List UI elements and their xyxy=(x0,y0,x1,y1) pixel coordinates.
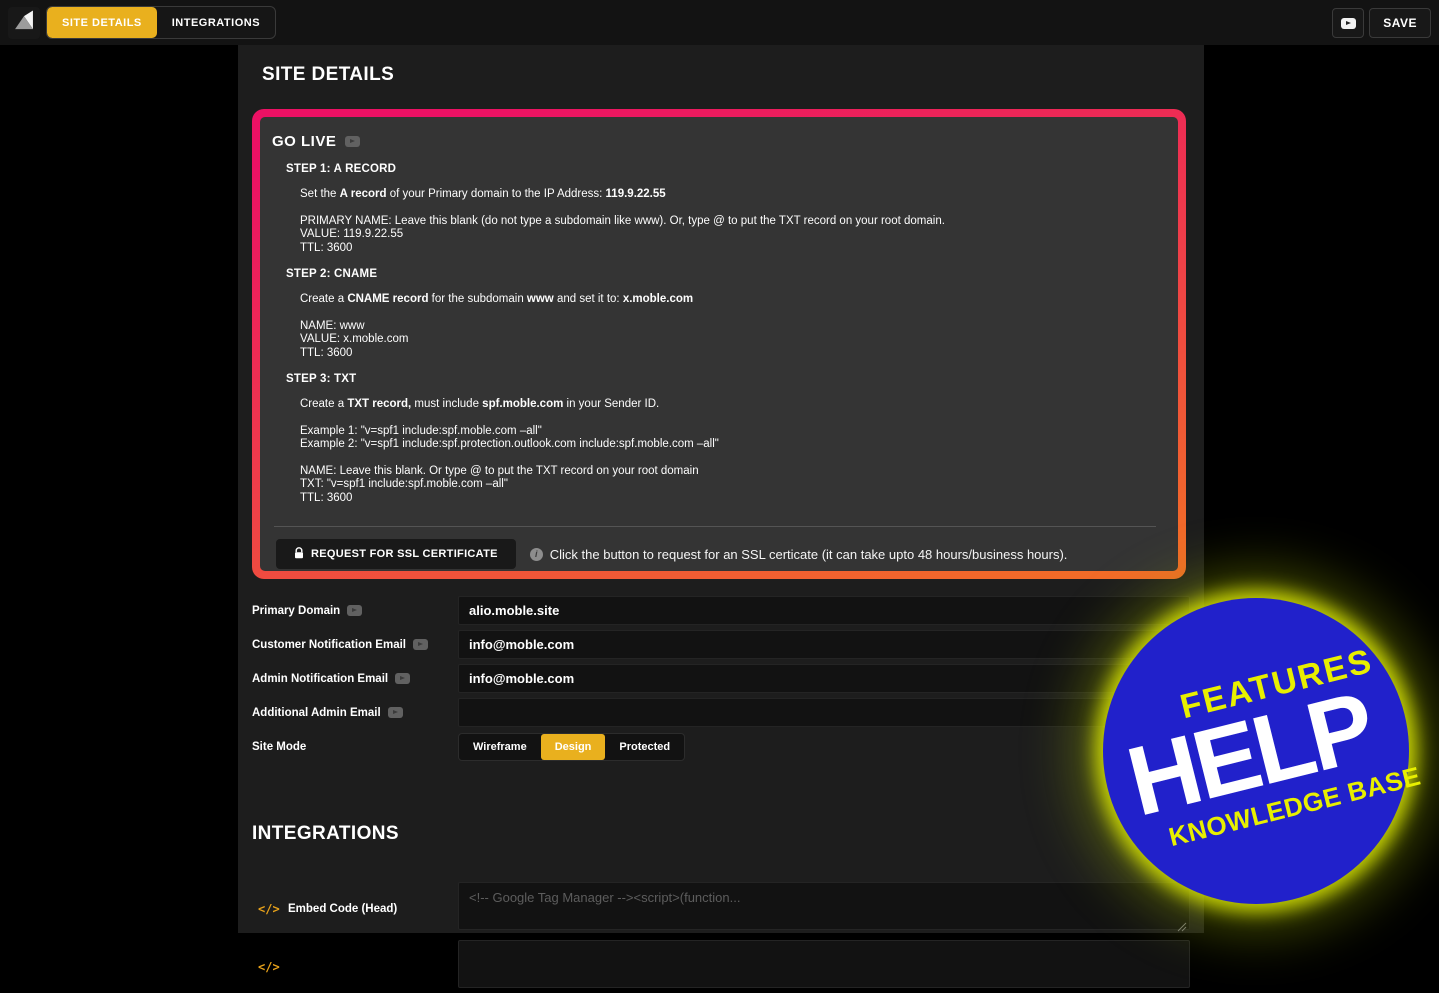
customer-notification-email-input[interactable] xyxy=(458,630,1190,659)
code-icon: </> xyxy=(252,902,288,916)
step-record-values: PRIMARY NAME: Leave this blank (do not t… xyxy=(300,215,1164,256)
resize-handle-icon[interactable] xyxy=(1177,919,1187,929)
admin-notification-email-label: Admin Notification Email xyxy=(252,673,458,685)
record-line: Example 1: "v=spf1 include:spf.moble.com… xyxy=(300,425,1164,439)
step-1-a-record: STEP 1: A RECORD Set the A record of you… xyxy=(266,163,1164,255)
integration-row-partial: </> xyxy=(252,940,1204,993)
step-intro: Set the A record of your Primary domain … xyxy=(300,188,1164,202)
video-tutorial-button[interactable] xyxy=(1332,8,1364,38)
record-line: NAME: www xyxy=(300,320,1164,334)
site-details-form: Primary Domain Customer Notification Ema… xyxy=(252,596,1204,761)
video-icon xyxy=(1341,18,1356,29)
main-tab-group: SITE DETAILS INTEGRATIONS xyxy=(46,6,276,39)
step-heading: STEP 2: CNAME xyxy=(286,268,1164,280)
help-badge-text: FEATURES HELP KNOWLEDGE BASE xyxy=(1088,637,1424,865)
tab-site-details[interactable]: SITE DETAILS xyxy=(47,7,157,38)
step-intro: Create a CNAME record for the subdomain … xyxy=(300,293,1164,307)
moble-logo-icon xyxy=(11,8,37,39)
site-mode-wireframe-button[interactable]: Wireframe xyxy=(459,734,541,760)
info-icon: i xyxy=(530,548,543,561)
record-line: Example 2: "v=spf1 include:spf.protectio… xyxy=(300,438,1164,452)
ssl-note: i Click the button to request for an SSL… xyxy=(530,547,1068,562)
lock-icon xyxy=(294,547,304,562)
page-title: SITE DETAILS xyxy=(262,64,1204,86)
customer-notification-email-label: Customer Notification Email xyxy=(252,639,458,651)
record-line: TTL: 3600 xyxy=(300,492,1164,506)
embed-code-body-textarea[interactable] xyxy=(458,940,1190,988)
site-mode-label: Site Mode xyxy=(252,741,458,753)
additional-admin-email-label: Additional Admin Email xyxy=(252,707,458,719)
request-ssl-certificate-button[interactable]: REQUEST FOR SSL CERTIFICATE xyxy=(276,539,516,569)
video-icon[interactable] xyxy=(413,639,428,650)
record-line: TTL: 3600 xyxy=(300,347,1164,361)
form-row-primary-domain: Primary Domain xyxy=(252,596,1204,625)
form-row-site-mode: Site Mode Wireframe Design Protected xyxy=(252,732,1204,761)
embed-code-head-label: Embed Code (Head) xyxy=(288,903,458,915)
video-icon[interactable] xyxy=(345,136,360,147)
record-line: VALUE: x.moble.com xyxy=(300,333,1164,347)
form-row-additional-admin-email: Additional Admin Email xyxy=(252,698,1204,727)
site-mode-toggle-group: Wireframe Design Protected xyxy=(458,733,685,761)
embed-code-head-textarea[interactable] xyxy=(458,882,1190,930)
record-line: PRIMARY NAME: Leave this blank (do not t… xyxy=(300,215,1164,229)
save-button[interactable]: SAVE xyxy=(1369,8,1431,38)
field-label-text: Primary Domain xyxy=(252,605,340,617)
site-mode-protected-button[interactable]: Protected xyxy=(605,734,684,760)
go-live-title: GO LIVE xyxy=(272,133,336,150)
go-live-heading: GO LIVE xyxy=(272,133,1164,150)
tab-integrations[interactable]: INTEGRATIONS xyxy=(157,7,275,38)
field-label-text: Site Mode xyxy=(252,741,306,753)
field-label-text: Admin Notification Email xyxy=(252,673,388,685)
tab-site-details-label: SITE DETAILS xyxy=(62,17,142,29)
request-ssl-certificate-label: REQUEST FOR SSL CERTIFICATE xyxy=(311,548,498,560)
step-2-cname: STEP 2: CNAME Create a CNAME record for … xyxy=(266,268,1164,360)
record-line: TTL: 3600 xyxy=(300,242,1164,256)
go-live-panel: GO LIVE STEP 1: A RECORD Set the A recor… xyxy=(252,109,1186,579)
tab-integrations-label: INTEGRATIONS xyxy=(172,17,260,29)
record-line: VALUE: 119.9.22.55 xyxy=(300,228,1164,242)
ssl-request-row: REQUEST FOR SSL CERTIFICATE i Click the … xyxy=(276,539,1164,569)
settings-panel: SITE DETAILS GO LIVE STEP 1: A RECORD Se… xyxy=(238,45,1204,933)
primary-domain-input[interactable] xyxy=(458,596,1190,625)
primary-domain-label: Primary Domain xyxy=(252,605,458,617)
form-row-admin-notification-email: Admin Notification Email xyxy=(252,664,1204,693)
help-badge[interactable]: FEATURES HELP KNOWLEDGE BASE xyxy=(1103,598,1409,904)
site-mode-design-button[interactable]: Design xyxy=(541,734,606,760)
ssl-note-text: Click the button to request for an SSL c… xyxy=(550,547,1068,562)
record-line: NAME: Leave this blank. Or type @ to put… xyxy=(300,465,1164,479)
embed-code-body-wrap xyxy=(458,940,1190,993)
step-record-values: NAME: Leave this blank. Or type @ to put… xyxy=(300,465,1164,506)
step-heading: STEP 1: A RECORD xyxy=(286,163,1164,175)
embed-code-head-wrap xyxy=(458,882,1190,935)
step-heading: STEP 3: TXT xyxy=(286,373,1164,385)
record-line: TXT: "v=spf1 include:spf.moble.com –all" xyxy=(300,478,1164,492)
admin-notification-email-input[interactable] xyxy=(458,664,1190,693)
video-icon[interactable] xyxy=(347,605,362,616)
top-bar: SITE DETAILS INTEGRATIONS SAVE xyxy=(0,0,1439,45)
video-icon[interactable] xyxy=(395,673,410,684)
form-row-customer-notification-email: Customer Notification Email xyxy=(252,630,1204,659)
video-icon[interactable] xyxy=(388,707,403,718)
code-icon: </> xyxy=(252,960,288,974)
additional-admin-email-input[interactable] xyxy=(458,698,1190,727)
go-live-panel-inner: GO LIVE STEP 1: A RECORD Set the A recor… xyxy=(260,117,1178,571)
app-logo[interactable] xyxy=(8,7,40,39)
field-label-text: Customer Notification Email xyxy=(252,639,406,651)
divider xyxy=(274,526,1156,527)
step-examples: Example 1: "v=spf1 include:spf.moble.com… xyxy=(300,425,1164,452)
topbar-actions: SAVE xyxy=(1332,8,1431,38)
integration-row-embed-code-head: </> Embed Code (Head) xyxy=(252,882,1204,935)
step-intro: Create a TXT record, must include spf.mo… xyxy=(300,398,1164,412)
integrations-title: INTEGRATIONS xyxy=(252,823,1204,845)
step-record-values: NAME: www VALUE: x.moble.com TTL: 3600 xyxy=(300,320,1164,361)
field-label-text: Additional Admin Email xyxy=(252,707,381,719)
step-3-txt: STEP 3: TXT Create a TXT record, must in… xyxy=(266,373,1164,505)
